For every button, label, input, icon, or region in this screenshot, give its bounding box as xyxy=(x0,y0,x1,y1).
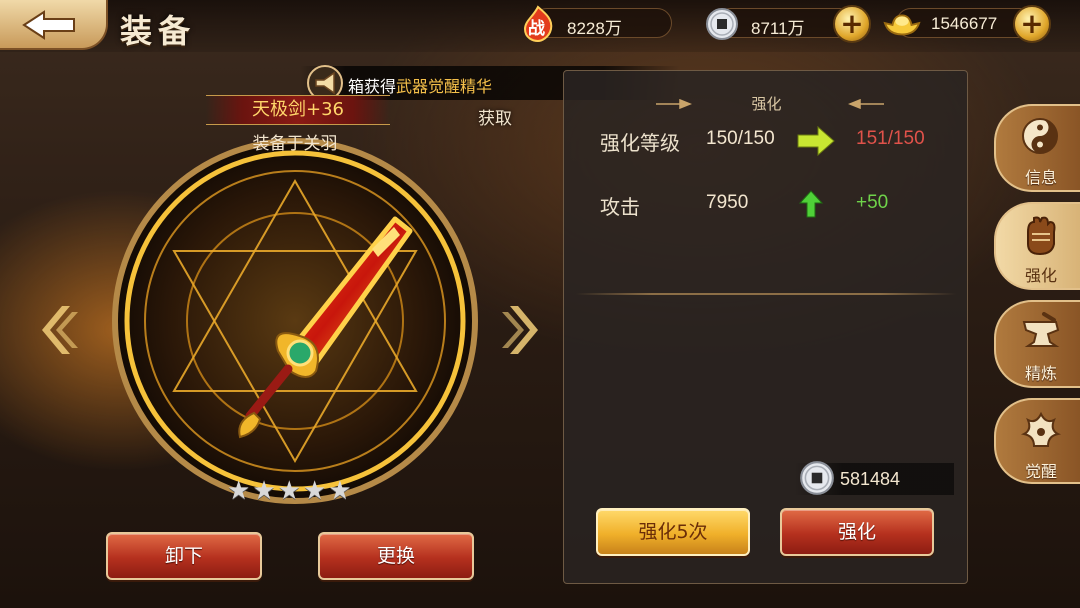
awaken-icon xyxy=(1020,411,1062,447)
announcement-text: 箱获得武器觉醒精华 xyxy=(348,73,492,97)
equipment-display: 天极剑+36 装备于关羽 xyxy=(110,95,480,515)
add-copper-button[interactable]: + xyxy=(833,5,871,43)
top-bar: 装备 战 8228万 8711万 + 1546677 + xyxy=(0,0,1080,52)
arrow-right-icon xyxy=(797,125,835,157)
enhance-cost-value: 581484 xyxy=(840,469,901,489)
tab-enhance-label: 强化 xyxy=(1024,266,1057,285)
weapon-name: 天极剑+36 xyxy=(252,99,344,120)
tab-info[interactable]: 信息 xyxy=(994,104,1080,192)
fist-icon xyxy=(1027,216,1056,256)
copper-coin-value: 8711万 xyxy=(751,19,805,38)
enhance-level-row: 强化等级 150/150 151/150 xyxy=(600,125,960,157)
announcement-highlight: 武器觉醒精华 xyxy=(396,77,493,96)
attack-gain: +50 xyxy=(856,192,889,213)
gold-ingot-value: 1546677 xyxy=(931,14,998,33)
acquire-link[interactable]: 获取 xyxy=(478,104,512,129)
back-arrow-icon xyxy=(22,10,75,40)
attack-row: 攻击 7950 +50 xyxy=(600,190,960,221)
enhance-level-next: 151/150 xyxy=(856,128,925,149)
tab-refine[interactable]: 精炼 xyxy=(994,300,1080,388)
section-divider xyxy=(576,293,956,295)
announcement-prefix: 箱获得 xyxy=(348,77,397,96)
tab-refine-label: 精炼 xyxy=(1024,364,1057,383)
tab-awaken-label: 觉醒 xyxy=(1024,462,1057,481)
unequip-button[interactable]: 卸下 xyxy=(106,532,262,580)
star-icon: ★ xyxy=(252,476,276,506)
weapon-medallion xyxy=(112,138,478,504)
arrow-up-icon xyxy=(798,190,824,218)
copper-coin-display: 8711万 + xyxy=(706,5,871,43)
star-icon: ★ xyxy=(277,476,301,506)
combat-power-value: 8228万 xyxy=(567,19,622,38)
replace-button[interactable]: 更换 xyxy=(318,532,474,580)
chevron-left-icon xyxy=(42,306,78,354)
enhance-button[interactable]: 强化 xyxy=(780,508,934,556)
combat-power-glyph: 战 xyxy=(528,19,545,39)
tab-info-label: 信息 xyxy=(1024,168,1057,187)
star-icon: ★ xyxy=(227,476,251,506)
yin-yang-icon xyxy=(1022,118,1058,154)
back-button[interactable] xyxy=(0,0,108,50)
attack-current: 7950 xyxy=(706,192,749,213)
star-icon: ★ xyxy=(328,476,352,506)
copper-coin-icon xyxy=(800,461,834,495)
attack-label: 攻击 xyxy=(600,195,640,219)
enhance-level-current: 150/150 xyxy=(706,128,775,149)
tab-enhance[interactable]: 强化 xyxy=(994,202,1080,290)
enhance-5x-button[interactable]: 强化5次 xyxy=(596,508,750,556)
enhance-level-label: 强化等级 xyxy=(600,131,680,155)
copper-coin-icon xyxy=(703,5,741,43)
gold-ingot-icon xyxy=(883,5,921,43)
prev-equipment-button[interactable] xyxy=(40,300,80,364)
enhance-panel: 强化 强化等级 150/150 151/150 攻击 7950 +50 5814… xyxy=(563,70,968,584)
page-title: 装备 xyxy=(120,12,197,50)
ornament-left-icon xyxy=(656,99,692,109)
equipped-hero-label: 装备于关羽 xyxy=(252,134,338,154)
enhance-cost: 581484 xyxy=(794,461,954,495)
weapon-name-plate: 天极剑+36 xyxy=(206,95,390,125)
gold-ingot-display: 1546677 + xyxy=(883,5,1051,43)
enhance-section-title: 强化 xyxy=(751,95,782,113)
next-equipment-button[interactable] xyxy=(500,300,540,364)
combat-power-icon: 战 xyxy=(519,5,557,43)
combat-power-display: 战 8228万 xyxy=(523,5,672,43)
star-rating: ★ ★ ★ ★ ★ xyxy=(227,478,352,504)
tab-awaken[interactable]: 觉醒 xyxy=(994,398,1080,484)
ornament-right-icon xyxy=(848,99,884,109)
add-gold-button[interactable]: + xyxy=(1013,5,1051,43)
star-icon: ★ xyxy=(302,476,327,506)
anvil-icon xyxy=(1022,312,1060,347)
chevron-right-icon xyxy=(502,306,538,354)
enhance-section-header: 强化 xyxy=(564,93,969,114)
